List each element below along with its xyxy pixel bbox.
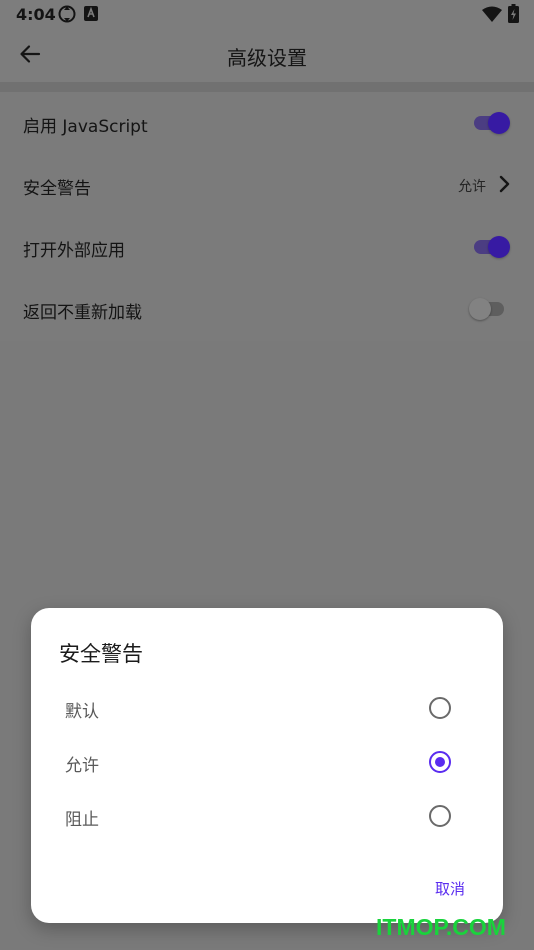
setting-open-external-apps[interactable]: 打开外部应用 [0, 216, 534, 278]
setting-enable-javascript[interactable]: 启用 JavaScript [0, 92, 534, 154]
security-warning-dialog: 安全警告 默认 允许 阻止 取消 [31, 608, 503, 923]
setting-label: 启用 JavaScript [23, 117, 148, 137]
sync-icon [58, 5, 76, 27]
cancel-button[interactable]: 取消 [435, 878, 465, 899]
settings-list: 启用 JavaScript 安全警告 允许 打开外部应用 返回不重新加载 [0, 92, 534, 341]
no-reload-toggle[interactable] [469, 298, 508, 320]
watermark: ITMOP.COM [376, 914, 506, 940]
setting-security-warning[interactable]: 安全警告 允许 [0, 154, 534, 216]
setting-no-reload-on-back[interactable]: 返回不重新加载 [0, 278, 534, 340]
option-default[interactable]: 默认 [31, 681, 503, 735]
battery-charging-icon [508, 4, 519, 27]
dialog-title: 安全警告 [59, 642, 143, 666]
page-title: 高级设置 [227, 46, 307, 70]
option-label: 阻止 [65, 810, 99, 830]
setting-label: 打开外部应用 [23, 241, 125, 261]
app-bar: 高级设置 [0, 28, 534, 82]
radio-block[interactable] [429, 805, 451, 827]
option-label: 允许 [65, 756, 99, 776]
chevron-right-icon [494, 172, 514, 196]
status-time: 4:04 [16, 5, 56, 24]
radio-allow[interactable] [429, 751, 451, 773]
external-apps-toggle[interactable] [470, 236, 510, 258]
setting-value: 允许 [458, 179, 486, 195]
setting-label: 返回不重新加载 [23, 303, 142, 323]
wifi-icon [482, 6, 502, 26]
option-block[interactable]: 阻止 [31, 789, 503, 843]
header-divider [0, 82, 534, 92]
radio-default[interactable] [429, 697, 451, 719]
option-label: 默认 [65, 702, 99, 722]
radio-selected-dot [435, 757, 445, 767]
keyboard-a-icon [84, 6, 98, 25]
javascript-toggle[interactable] [470, 112, 510, 134]
status-bar: 4:04 [0, 0, 534, 28]
option-allow[interactable]: 允许 [31, 735, 503, 789]
setting-label: 安全警告 [23, 179, 91, 199]
